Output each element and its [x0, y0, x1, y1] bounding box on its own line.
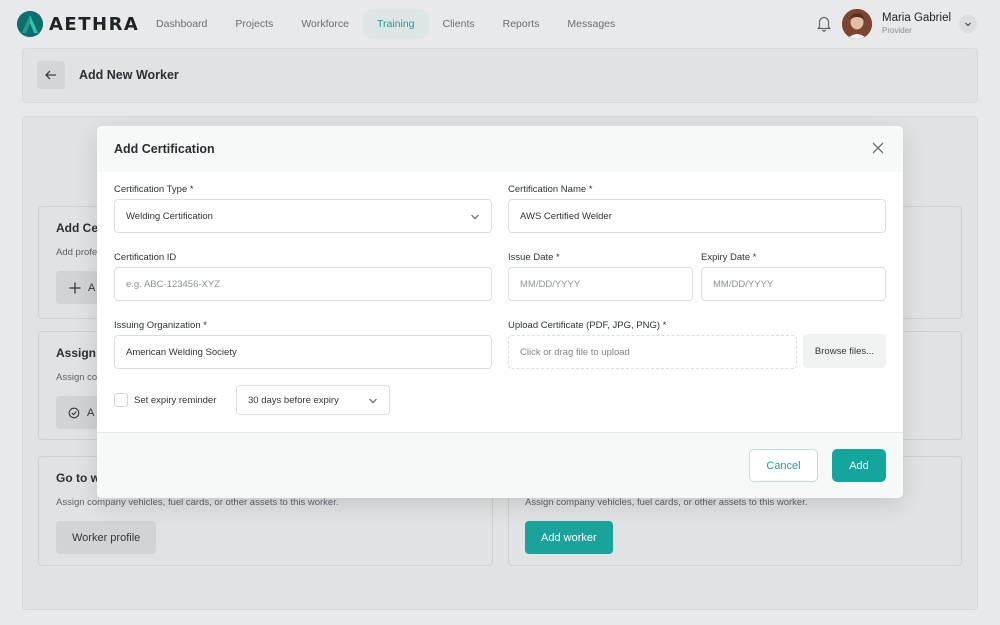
modal-header: Add Certification	[97, 126, 903, 172]
nav-item-workforce[interactable]: Workforce	[287, 10, 363, 38]
brand-logo[interactable]: AETHRA	[17, 11, 139, 37]
panel-title: Assign	[56, 346, 97, 360]
user-name: Maria Gabriel	[882, 12, 952, 24]
check-circle-icon	[68, 407, 80, 418]
arrow-left-icon	[45, 70, 56, 80]
back-button[interactable]	[37, 61, 65, 89]
close-icon	[872, 142, 884, 154]
issue-date-label: Issue Date *	[508, 252, 560, 263]
page-header: Add New Worker	[22, 48, 978, 103]
close-button[interactable]	[871, 141, 885, 155]
upload-dropzone[interactable]: Click or drag file to upload	[508, 335, 797, 369]
cert-id-input[interactable]: e.g. ABC-123456-XYZ	[114, 267, 492, 301]
issuing-org-input[interactable]: American Welding Society	[114, 335, 492, 369]
browse-files-button[interactable]: Browse files...	[803, 334, 886, 368]
cert-type-label: Certification Type *	[114, 184, 194, 195]
cancel-button[interactable]: Cancel	[749, 449, 818, 482]
avatar[interactable]	[842, 9, 872, 39]
button-label: A	[88, 281, 96, 294]
issuing-org-label: Issuing Organization *	[114, 320, 207, 331]
user-menu-button[interactable]	[959, 15, 977, 33]
bell-icon[interactable]	[815, 14, 833, 32]
modal-title: Add Certification	[114, 142, 215, 156]
modal-footer: Cancel Add	[97, 433, 903, 498]
top-navigation-bar: AETHRA Dashboard Projects Workforce Trai…	[0, 0, 1000, 48]
panel-description: Assign co	[56, 372, 98, 383]
page-title: Add New Worker	[79, 68, 179, 82]
button-label: A	[87, 406, 95, 419]
add-certification-modal: Add Certification Certification Type * W…	[97, 126, 903, 498]
panel-description: Assign company vehicles, fuel cards, or …	[525, 497, 808, 508]
main-nav: Dashboard Projects Workforce Training Cl…	[142, 10, 629, 38]
expiry-date-input[interactable]: MM/DD/YYYY	[701, 267, 886, 301]
cert-type-select[interactable]: Welding Certification	[114, 199, 492, 233]
upload-label: Upload Certificate (PDF, JPG, PNG) *	[508, 320, 667, 331]
chevron-down-icon	[369, 398, 377, 404]
expiry-reminder-label: Set expiry reminder	[134, 395, 217, 406]
panel-title: Add Ce	[56, 221, 98, 235]
worker-profile-button[interactable]: Worker profile	[56, 521, 157, 554]
nav-item-projects[interactable]: Projects	[221, 10, 287, 38]
nav-item-dashboard[interactable]: Dashboard	[142, 10, 221, 38]
reminder-period-value: 30 days before expiry	[248, 394, 339, 406]
cert-name-label: Certification Name *	[508, 184, 593, 195]
panel-description: Assign company vehicles, fuel cards, or …	[56, 497, 339, 508]
add-button[interactable]: Add	[832, 449, 886, 482]
panel-description: Add profe	[56, 247, 98, 258]
panel-title: Go to w	[56, 471, 100, 485]
nav-item-training[interactable]: Training	[362, 10, 429, 38]
expiry-reminder-checkbox[interactable]	[114, 393, 128, 407]
reminder-period-select[interactable]: 30 days before expiry	[236, 385, 390, 415]
chevron-down-icon	[965, 22, 971, 27]
cert-name-input[interactable]: AWS Certified Welder	[508, 199, 886, 233]
nav-item-messages[interactable]: Messages	[553, 10, 629, 38]
expiry-date-label: Expiry Date *	[701, 252, 757, 263]
cert-type-value: Welding Certification	[126, 210, 213, 222]
user-role: Provider	[882, 26, 912, 35]
logo-mark-icon	[17, 11, 43, 37]
add-worker-button[interactable]: Add worker	[525, 521, 613, 554]
issue-date-input[interactable]: MM/DD/YYYY	[508, 267, 693, 301]
brand-name: AETHRA	[49, 13, 140, 35]
chevron-down-icon	[471, 214, 479, 220]
nav-item-clients[interactable]: Clients	[429, 10, 489, 38]
nav-item-reports[interactable]: Reports	[489, 10, 554, 38]
plus-icon	[69, 282, 81, 293]
cert-id-label: Certification ID	[114, 252, 177, 263]
